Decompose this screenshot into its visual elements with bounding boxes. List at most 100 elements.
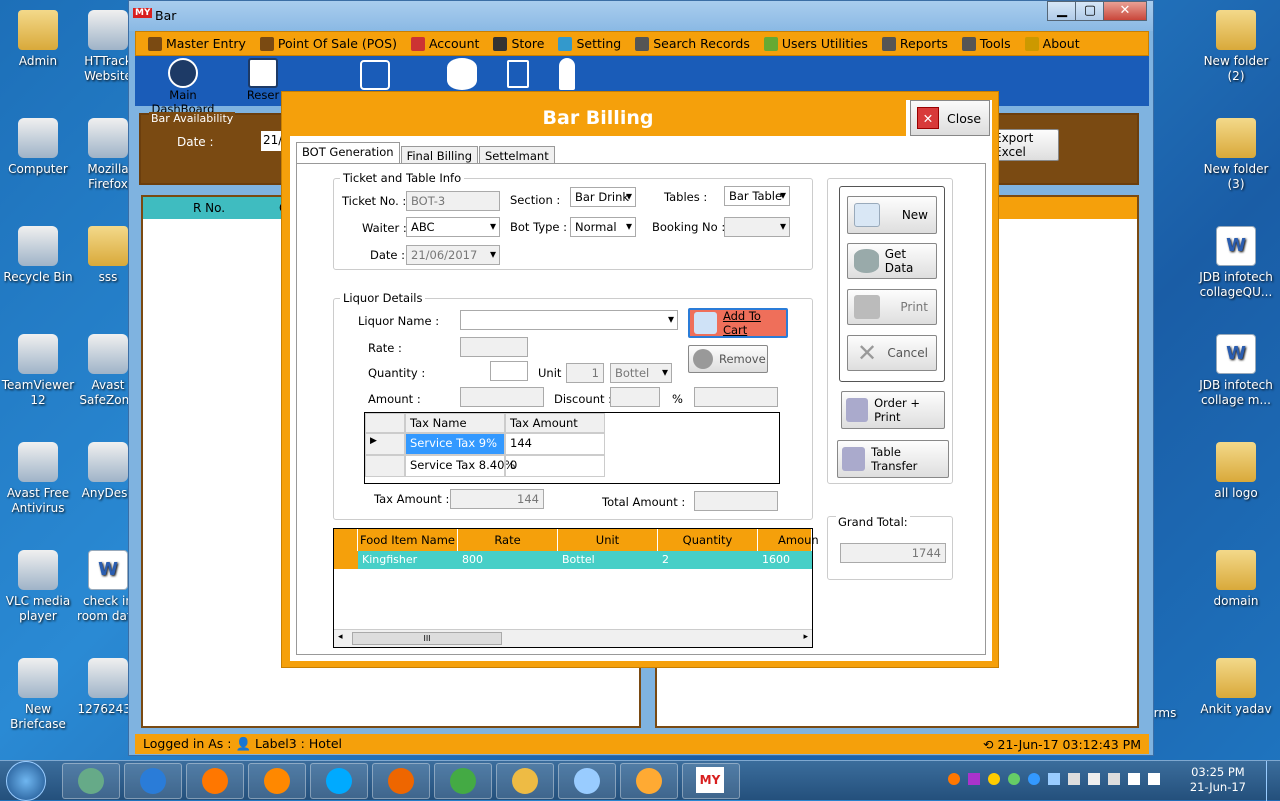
taskbar-paint-button[interactable] <box>620 763 678 799</box>
food-row-quantity[interactable]: 2 <box>658 551 758 569</box>
close-window-button[interactable]: ✕ <box>1103 1 1147 21</box>
main-dashboard-button[interactable]: Main DashBoard <box>143 58 223 116</box>
clock[interactable]: 03:25 PM 21-Jun-17 <box>1190 765 1246 795</box>
flag-icon[interactable] <box>1108 773 1120 785</box>
desktop-icon[interactable]: W JDB infotech collageQU... <box>1198 226 1274 300</box>
tax-row-2-name[interactable]: Service Tax 8.40% <box>405 455 515 477</box>
taskbar-taskmgr-button[interactable] <box>62 763 120 799</box>
teamviewer-tray-icon[interactable] <box>1028 773 1040 785</box>
tax-row-1-amount[interactable]: 144 <box>505 433 605 455</box>
desktop-icon[interactable]: Admin <box>0 10 76 69</box>
new-label: New <box>901 208 928 222</box>
tray-icon-4[interactable] <box>1008 773 1020 785</box>
quantity-input[interactable] <box>490 361 528 381</box>
maximize-button[interactable]: ▢ <box>1075 1 1105 21</box>
desktop-icon[interactable]: all logo <box>1198 442 1274 501</box>
tray-icon-10[interactable] <box>1128 773 1140 785</box>
taskbar-explorer-button[interactable] <box>496 763 554 799</box>
menu-item-reports[interactable]: Reports <box>876 36 954 51</box>
tray-icon-8[interactable] <box>1088 773 1100 785</box>
chrome-tray-icon[interactable] <box>988 773 1000 785</box>
new-button[interactable]: New <box>847 196 937 234</box>
food-row-selector[interactable] <box>334 551 358 569</box>
desktop-icon[interactable]: Avast Free Antivirus <box>0 442 76 516</box>
taskbar-vlc-button[interactable] <box>248 763 306 799</box>
taskbar-media-player-button[interactable] <box>186 763 244 799</box>
taskbar-firefox-button[interactable] <box>372 763 430 799</box>
desktop-icon[interactable]: domain <box>1198 550 1274 609</box>
menu-item-store[interactable]: Store <box>487 36 550 51</box>
taskbar-chrome-button[interactable] <box>434 763 492 799</box>
vlc-icon <box>18 550 58 590</box>
date-picker[interactable]: 21/06/2017 <box>406 245 500 265</box>
desktop-icon[interactable]: W JDB infotech collage m... <box>1198 334 1274 408</box>
tax-row-2-amount[interactable]: 0 <box>505 455 605 477</box>
desktop-icon[interactable]: Computer <box>0 118 76 177</box>
menu-item-about[interactable]: About <box>1019 36 1086 51</box>
tray-icon-2[interactable] <box>968 773 980 785</box>
grand-total-group: Grand Total: 1744 <box>827 515 953 580</box>
order-print-button[interactable]: Order + Print <box>841 391 945 429</box>
remove-button[interactable]: Remove <box>688 345 768 373</box>
volume-icon[interactable] <box>1068 773 1080 785</box>
desktop-icon[interactable]: Ankit yadav <box>1198 658 1274 717</box>
print-button[interactable]: Print <box>847 289 937 325</box>
avast-tray-icon[interactable] <box>948 773 960 785</box>
show-desktop-button[interactable] <box>1266 761 1280 801</box>
scroll-right-arrow[interactable]: ▸ <box>803 632 808 642</box>
food-row-name[interactable]: Kingfisher <box>358 551 458 569</box>
hotel-label: Hotel <box>308 736 343 751</box>
report-icon[interactable] <box>507 60 529 88</box>
taskbar-notepad-button[interactable] <box>558 763 616 799</box>
tab-final-billing[interactable]: Final Billing <box>400 146 478 164</box>
cancel-button[interactable]: ✕ Cancel <box>847 335 937 371</box>
minimize-button[interactable]: ▁ <box>1047 1 1077 21</box>
reservation-button[interactable]: Reser <box>243 58 283 102</box>
tab-settelmant[interactable]: Settelmant <box>479 146 555 164</box>
food-row-unit[interactable]: Bottel <box>558 551 658 569</box>
scroll-left-arrow[interactable]: ◂ <box>338 632 343 642</box>
menu-item-account[interactable]: Account <box>405 36 485 51</box>
dialog-close-button[interactable]: ✕ Close <box>910 100 990 136</box>
unit-select: Bottel <box>610 363 672 383</box>
order-print-icon <box>846 398 869 422</box>
menu-item-users-utilities[interactable]: Users Utilities <box>758 36 874 51</box>
menu-item-master-entry[interactable]: Master Entry <box>142 36 252 51</box>
desktop-icon[interactable]: New folder (2) <box>1198 10 1274 84</box>
tables-select[interactable]: Bar Table <box>724 186 790 206</box>
food-row-rate[interactable]: 800 <box>458 551 558 569</box>
waiter-select[interactable]: ABC <box>406 217 500 237</box>
amount-field <box>460 387 544 407</box>
discount-percent-field[interactable] <box>610 387 660 407</box>
network-tray-icon[interactable] <box>1048 773 1060 785</box>
get-data-button[interactable]: Get Data <box>847 243 937 279</box>
section-select[interactable]: Bar Drink <box>570 187 636 207</box>
database-icon[interactable] <box>447 58 477 90</box>
menu-item-point-of-sale-pos-[interactable]: Point Of Sale (POS) <box>254 36 403 51</box>
table-transfer-button[interactable]: Table Transfer <box>837 440 949 478</box>
tax-row-1-name[interactable]: Service Tax 9% <box>405 433 505 455</box>
menu-item-setting[interactable]: Setting <box>552 36 627 51</box>
walking-person-icon[interactable] <box>559 58 575 90</box>
desktop-icon[interactable]: New Briefcase <box>0 658 76 732</box>
export-excel-button[interactable]: Export Excel <box>989 129 1059 161</box>
scroll-thumb[interactable]: III <box>352 632 502 645</box>
menu-item-tools[interactable]: Tools <box>956 36 1017 51</box>
signal-icon[interactable] <box>1148 773 1160 785</box>
liquor-name-select[interactable] <box>460 310 678 330</box>
horizontal-scrollbar[interactable]: ◂ III ▸ <box>334 629 812 647</box>
tab-bot-generation[interactable]: BOT Generation <box>296 142 400 164</box>
bot-type-select[interactable]: Normal <box>570 217 636 237</box>
food-icon[interactable] <box>360 60 390 90</box>
desktop-icon[interactable]: VLC media player <box>0 550 76 624</box>
taskbar-ie-button[interactable] <box>124 763 182 799</box>
desktop-icon[interactable]: TeamViewer 12 <box>0 334 76 408</box>
menu-item-search-records[interactable]: Search Records <box>629 36 756 51</box>
main-menu-bar: Master Entry Point Of Sale (POS) Account St… <box>135 31 1149 56</box>
start-button[interactable] <box>6 761 46 801</box>
desktop-icon[interactable]: New folder (3) <box>1198 118 1274 192</box>
add-to-cart-button[interactable]: Add To Cart <box>688 308 788 338</box>
taskbar-skype-button[interactable] <box>310 763 368 799</box>
desktop-icon[interactable]: Recycle Bin <box>0 226 76 285</box>
food-row-amount[interactable]: 1600 <box>758 551 812 569</box>
